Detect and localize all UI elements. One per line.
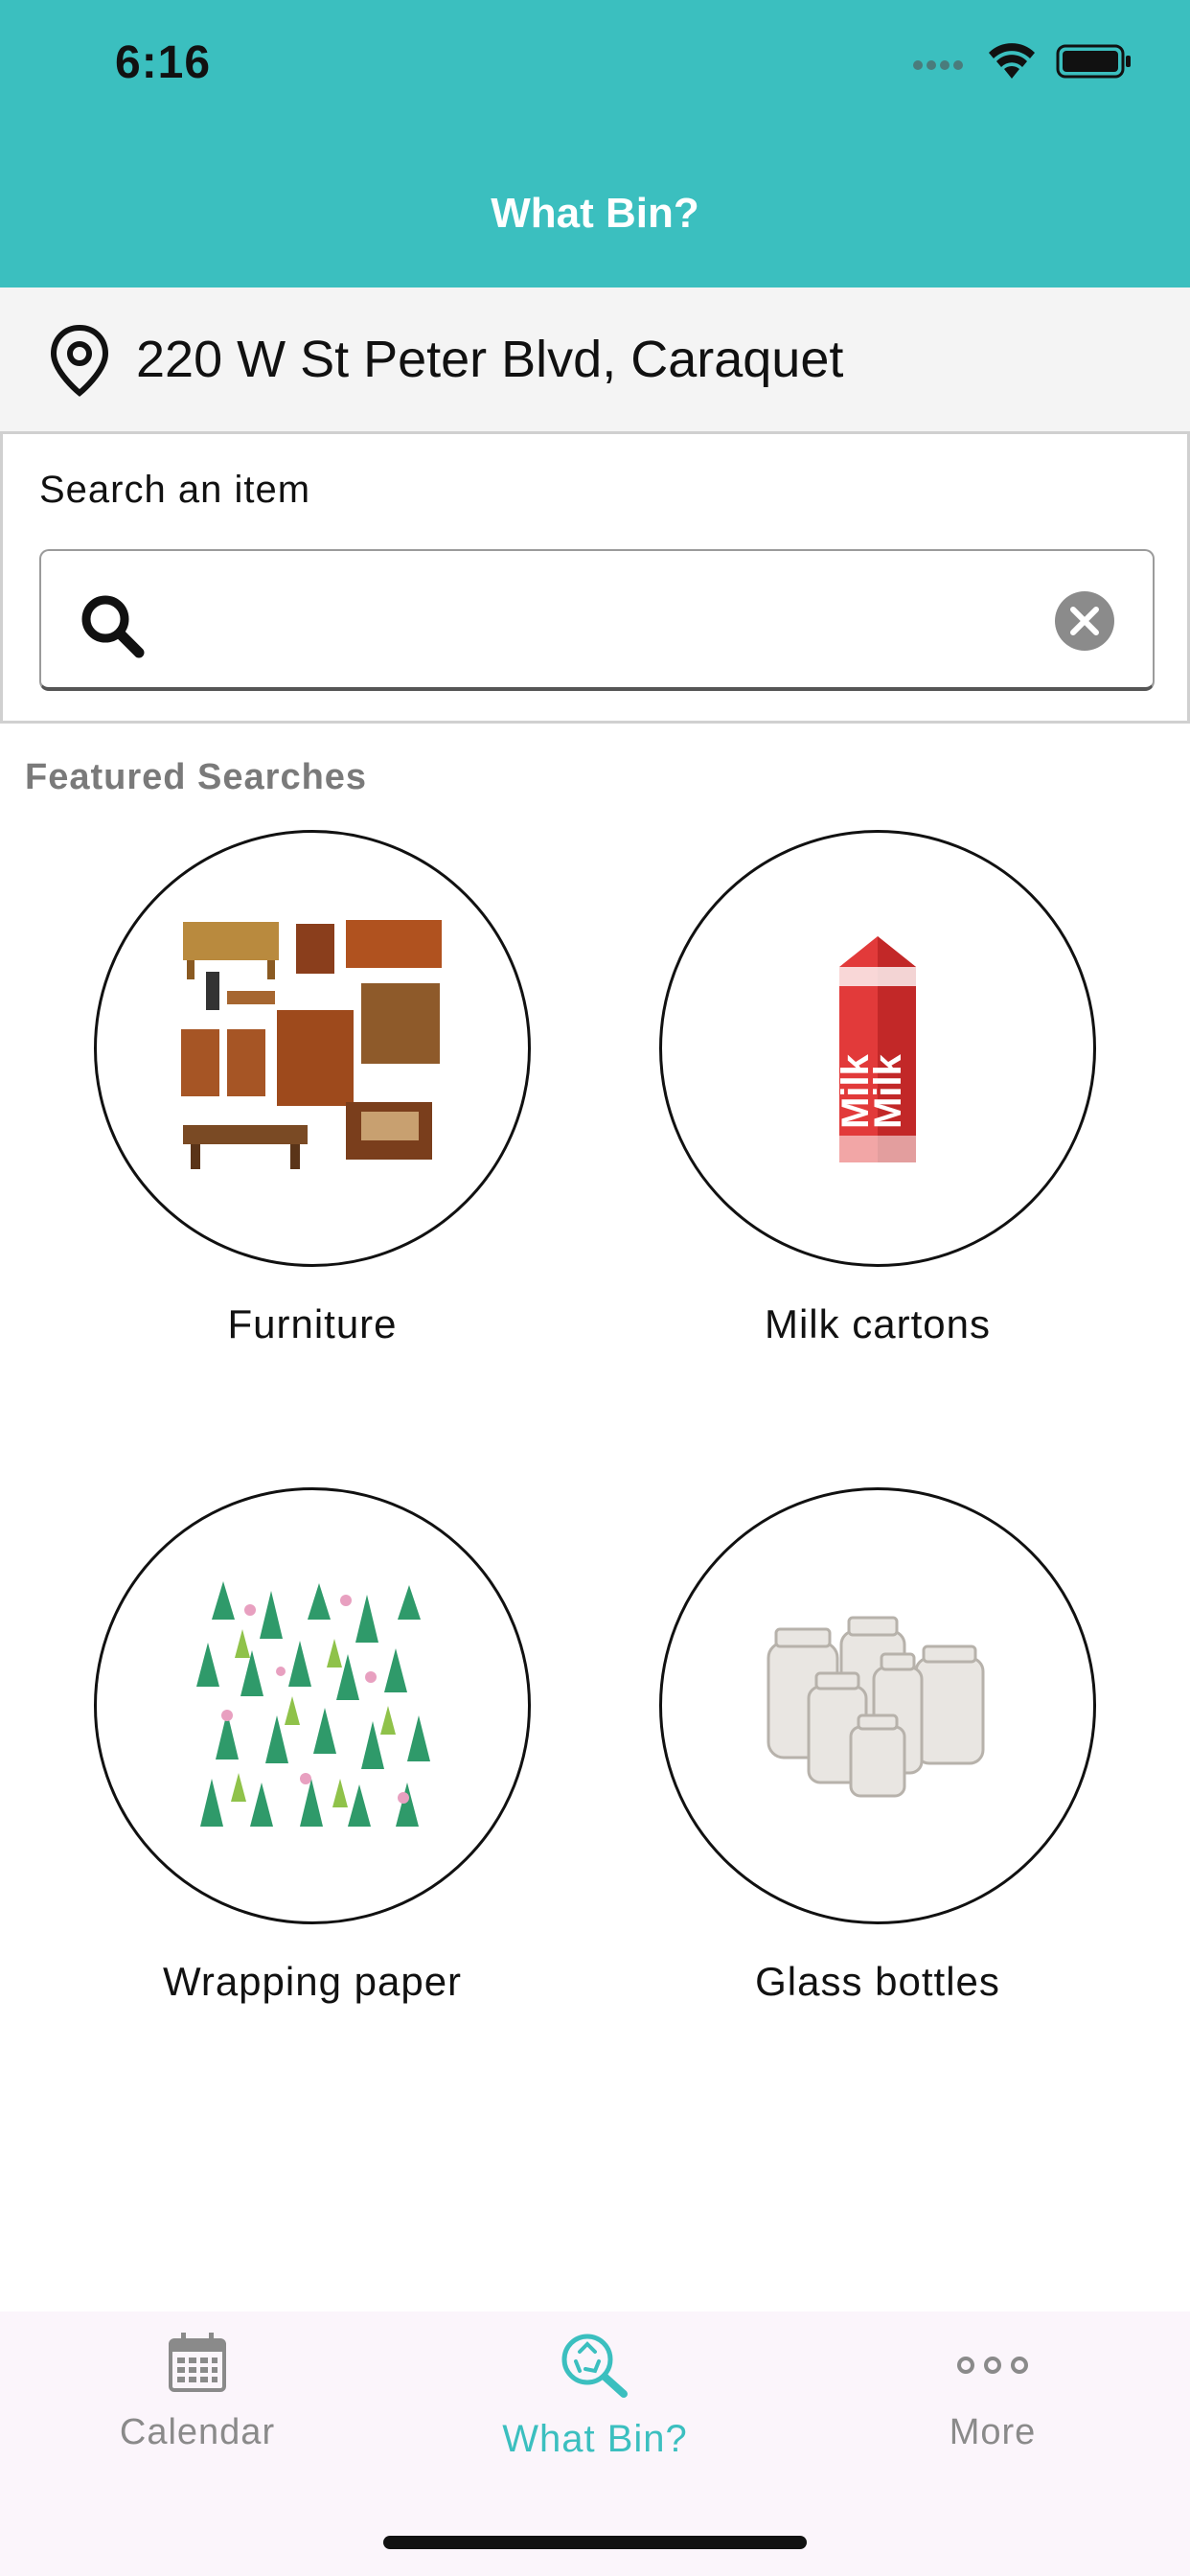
search-icon	[81, 595, 145, 658]
featured-item-label: Wrapping paper	[162, 1959, 463, 2004]
header: 6:16 What Bin?	[0, 0, 1190, 288]
address-bar[interactable]: 220 W St Peter Blvd, Caraquet	[0, 288, 1190, 431]
furniture-image	[181, 920, 442, 1169]
featured-item-wrapping-paper[interactable]: Wrapping paper	[92, 1487, 533, 2005]
featured-item-glass-bottles[interactable]: Glass bottles	[657, 1487, 1098, 2005]
search-input[interactable]	[166, 580, 1047, 660]
clear-search-button[interactable]	[1055, 591, 1114, 651]
wrapping-paper-thumbnail	[94, 1487, 531, 1924]
battery-icon	[1056, 44, 1131, 79]
tab-label: More	[949, 2412, 1037, 2452]
featured-item-milk-cartons[interactable]: Milk Milk Milk cartons	[657, 830, 1098, 1347]
glass-jars-image	[767, 1616, 985, 1798]
furniture-thumbnail	[94, 830, 531, 1267]
status-icons	[912, 42, 1133, 80]
signal-icon	[913, 60, 963, 70]
glass-bottles-thumbnail	[659, 1487, 1096, 1924]
featured-item-furniture[interactable]: Furniture	[92, 830, 533, 1347]
featured-item-label: Furniture	[227, 1301, 398, 1346]
search-label: Search an item	[39, 469, 311, 511]
milk-carton-thumbnail: Milk Milk	[659, 830, 1096, 1267]
tab-more[interactable]: More	[849, 2331, 1136, 2453]
tab-label: Calendar	[119, 2412, 276, 2452]
featured-heading: Featured Searches	[25, 757, 368, 797]
close-icon	[1070, 607, 1099, 635]
tab-what-bin[interactable]: What Bin?	[451, 2331, 739, 2461]
featured-item-label: Glass bottles	[755, 1959, 1000, 2004]
calendar-icon	[169, 2333, 226, 2392]
address-text: 220 W St Peter Blvd, Caraquet	[136, 331, 844, 388]
location-pin-icon	[50, 324, 109, 397]
milk-carton-image: Milk Milk	[835, 936, 916, 1162]
more-dots-icon	[957, 2357, 1028, 2374]
recycle-search-icon	[561, 2334, 628, 2398]
search-box[interactable]	[39, 549, 1155, 691]
home-indicator[interactable]	[383, 2536, 807, 2549]
tab-label: What Bin?	[502, 2418, 688, 2460]
wifi-icon	[989, 43, 1035, 79]
wrapping-paper-image	[196, 1581, 430, 1827]
search-panel: Search an item	[0, 431, 1190, 724]
status-time: 6:16	[115, 37, 212, 88]
svg-text:Milk: Milk	[867, 1053, 909, 1129]
what-bin-screen: 6:16 What Bin? 220 W St Peter Blvd, Cara…	[0, 0, 1190, 2576]
tab-calendar[interactable]: Calendar	[54, 2331, 341, 2453]
featured-item-label: Milk cartons	[764, 1301, 992, 1346]
page-title: What Bin?	[491, 190, 699, 237]
